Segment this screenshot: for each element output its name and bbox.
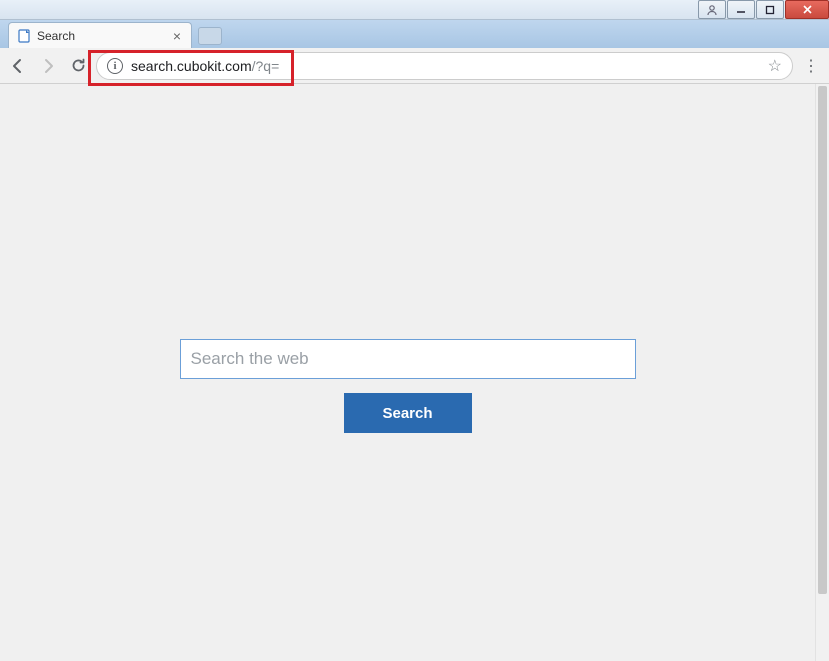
window-maximize-button[interactable] [756, 0, 784, 19]
tab-strip: Search × [0, 20, 829, 48]
site-info-icon[interactable]: i [107, 58, 123, 74]
new-tab-button[interactable] [198, 27, 222, 45]
reload-button[interactable] [66, 54, 90, 78]
window-close-button[interactable] [785, 0, 829, 19]
search-page: Search [0, 84, 815, 661]
search-button[interactable]: Search [344, 393, 472, 433]
vertical-scrollbar[interactable] [815, 84, 829, 661]
arrow-right-icon [39, 57, 57, 75]
page-viewport: Search [0, 84, 829, 661]
scrollbar-thumb[interactable] [818, 86, 827, 594]
window-user-button[interactable] [698, 0, 726, 19]
bookmark-star-icon[interactable]: ☆ [768, 56, 782, 76]
tab-close-button[interactable]: × [171, 28, 183, 44]
close-x-icon [802, 4, 813, 15]
browser-toolbar: i search.cubokit.com/?q= ☆ ⋮ [0, 48, 829, 84]
url-path: /?q= [252, 58, 280, 74]
user-icon [706, 4, 718, 16]
window-titlebar [0, 0, 829, 20]
address-bar[interactable]: i search.cubokit.com/?q= ☆ [96, 52, 793, 80]
forward-button[interactable] [36, 54, 60, 78]
window-buttons [697, 0, 829, 19]
arrow-left-icon [9, 57, 27, 75]
reload-icon [70, 57, 87, 74]
maximize-icon [765, 5, 775, 15]
back-button[interactable] [6, 54, 30, 78]
browser-tab[interactable]: Search × [8, 22, 192, 48]
window-minimize-button[interactable] [727, 0, 755, 19]
search-input[interactable] [180, 339, 636, 379]
minimize-icon [736, 5, 746, 15]
tab-title: Search [37, 29, 171, 43]
url-host: search.cubokit.com [131, 58, 252, 74]
tab-favicon-icon [17, 29, 31, 43]
browser-menu-button[interactable]: ⋮ [799, 54, 823, 78]
